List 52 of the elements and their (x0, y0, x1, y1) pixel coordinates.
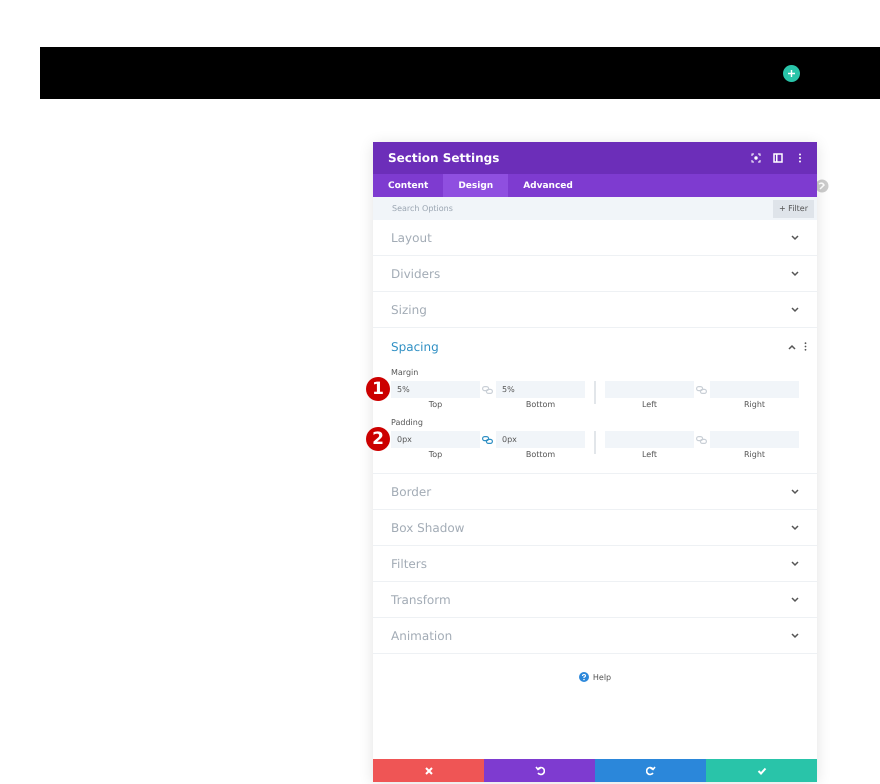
section-title: Border (391, 484, 432, 498)
modal-title: Section Settings (388, 151, 500, 165)
chevron-down-icon[interactable] (791, 234, 799, 240)
field-label: Top (428, 450, 442, 459)
chevron-down-icon[interactable] (791, 632, 799, 638)
section-title: Transform (391, 592, 451, 606)
field-label: Right (744, 400, 766, 409)
help-link[interactable]: Help (578, 672, 612, 682)
step-badge: 2 (366, 427, 390, 451)
target-icon[interactable] (751, 153, 761, 163)
section-title: Dividers (391, 266, 440, 280)
plus-icon (788, 70, 795, 77)
step-badge: 1 (366, 377, 390, 401)
field-label: Top (428, 400, 442, 409)
input-field[interactable]: 5% (391, 381, 480, 398)
search-field[interactable]: Search Options (390, 203, 594, 214)
filter-button[interactable]: + Filter (772, 200, 814, 218)
chevron-down-icon[interactable] (791, 488, 799, 494)
input-field[interactable]: 5% (496, 381, 585, 398)
redo-icon (646, 766, 656, 776)
chevron-down-icon[interactable] (791, 306, 799, 312)
help-icon (578, 672, 589, 682)
input-field[interactable]: 0px (391, 431, 480, 448)
section-title: Layout (391, 230, 432, 244)
input-field[interactable]: 0px (496, 431, 585, 448)
more-icon[interactable] (804, 342, 807, 351)
section-title: Filters (391, 556, 427, 570)
chevron-down-icon[interactable] (791, 596, 799, 602)
section-title: Box Shadow (391, 520, 464, 534)
field-label: Right (744, 450, 766, 459)
section-title: Animation (391, 628, 452, 642)
check-icon (756, 766, 766, 776)
tab[interactable]: Advanced (508, 174, 588, 197)
columns-icon[interactable] (773, 153, 783, 163)
undo-icon (534, 766, 544, 776)
tab[interactable]: Content (373, 174, 444, 197)
add-button[interactable] (783, 65, 800, 82)
group-label: Padding (391, 418, 424, 427)
group-label: Margin (391, 368, 420, 377)
field-label: Left (642, 450, 658, 459)
tab[interactable]: Design (443, 174, 508, 197)
chevron-down-icon[interactable] (791, 560, 799, 566)
field-label: Bottom (526, 450, 556, 459)
field-label: Bottom (526, 400, 556, 409)
section-title[interactable]: Spacing (391, 340, 439, 354)
chevron-down-icon[interactable] (791, 270, 799, 276)
field-label: Left (642, 400, 658, 409)
section-title: Sizing (391, 302, 427, 316)
chevron-up-icon[interactable] (788, 344, 796, 350)
help-label: Help (592, 672, 612, 682)
close-icon (424, 766, 434, 776)
chevron-down-icon[interactable] (791, 524, 799, 530)
